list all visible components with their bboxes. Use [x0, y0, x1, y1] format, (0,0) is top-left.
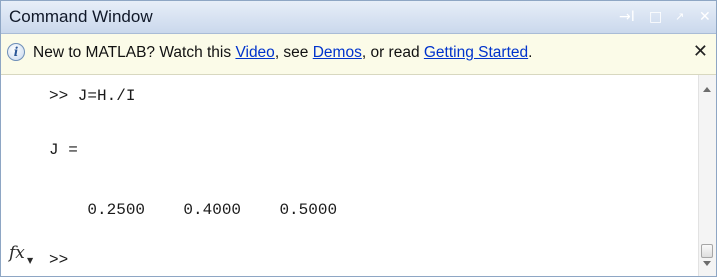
command-prompt[interactable]: >>	[49, 251, 68, 269]
minimize-icon[interactable]: ↗	[675, 9, 684, 25]
output-variable-label: J =	[49, 141, 78, 159]
scroll-down-icon[interactable]	[703, 261, 711, 266]
command-window: Command Window →I □ ↗ ✕ i New to MATLAB?…	[0, 0, 717, 277]
info-icon: i	[7, 43, 25, 61]
scroll-up-icon[interactable]	[703, 87, 711, 92]
info-close-icon[interactable]: ✕	[693, 42, 708, 62]
info-separator-text: , or read	[361, 44, 424, 61]
console-area[interactable]: >> J=H./I J = 0.2500 0.4000 0.5000 fx ▼ …	[1, 75, 716, 276]
command-line: >> J=H./I	[49, 87, 136, 105]
scroll-thumb[interactable]	[701, 244, 713, 258]
info-prefix-text: New to MATLAB? Watch this	[33, 44, 236, 61]
info-bar: i New to MATLAB? Watch this Video, see D…	[1, 34, 716, 75]
function-browser-arrow-icon[interactable]: ▼	[27, 256, 33, 265]
window-title: Command Window	[9, 7, 153, 26]
video-link[interactable]: Video	[235, 44, 274, 61]
info-suffix-text: .	[528, 44, 533, 61]
function-browser-icon[interactable]: fx	[9, 243, 25, 263]
getting-started-link[interactable]: Getting Started	[424, 44, 528, 61]
output-values: 0.2500 0.4000 0.5000	[49, 201, 338, 219]
info-message: New to MATLAB? Watch this Video, see Dem…	[33, 44, 532, 62]
maximize-icon[interactable]: □	[649, 9, 662, 25]
demos-link[interactable]: Demos	[313, 44, 362, 61]
title-bar[interactable]: Command Window →I □ ↗ ✕	[1, 1, 716, 34]
info-separator-text: , see	[274, 44, 313, 61]
undock-icon[interactable]: →I	[619, 9, 635, 25]
vertical-scrollbar[interactable]	[698, 75, 716, 276]
close-icon[interactable]: ✕	[699, 9, 711, 25]
